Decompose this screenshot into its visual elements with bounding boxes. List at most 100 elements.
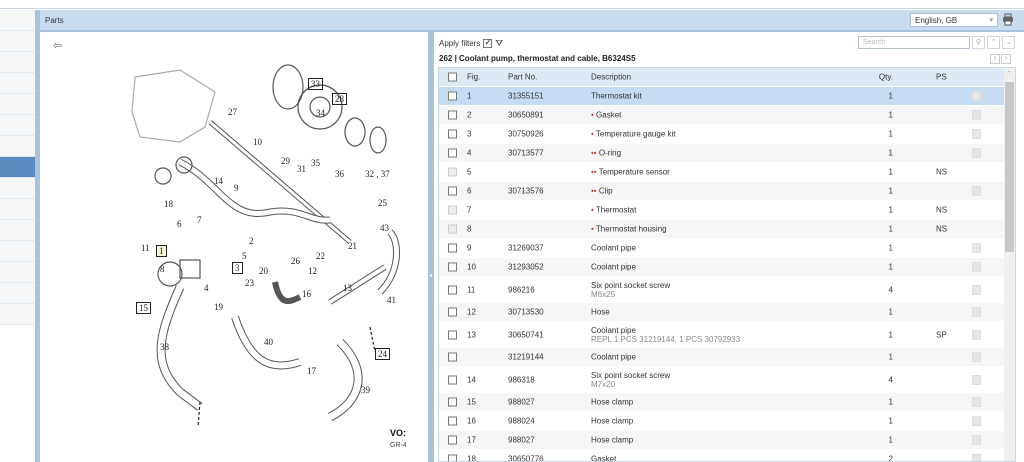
callout-24[interactable]: 24 <box>375 348 390 360</box>
table-row[interactable]: 17 988027 Hose clamp 1 <box>439 431 1015 450</box>
row-checkbox[interactable] <box>448 435 457 445</box>
row-checkbox[interactable] <box>448 454 457 461</box>
language-select[interactable]: English, GB ▾ <box>910 13 998 27</box>
note-icon[interactable] <box>972 374 981 385</box>
callout-15[interactable]: 15 <box>136 302 151 314</box>
callout-10[interactable]: 10 <box>253 137 262 147</box>
sidebar-item[interactable] <box>0 199 35 220</box>
sidebar-item[interactable] <box>0 178 35 199</box>
row-checkbox[interactable] <box>448 307 457 317</box>
table-row[interactable]: 4 30713577 •• O-ring 1 <box>439 144 1015 163</box>
callout-3237[interactable]: 32 , 37 <box>365 169 390 179</box>
callout-23[interactable]: 23 <box>245 278 254 288</box>
note-icon[interactable] <box>972 243 981 253</box>
search-input[interactable]: Search <box>858 36 970 49</box>
callout-28[interactable]: 28 <box>332 93 347 105</box>
row-checkbox[interactable] <box>448 167 457 177</box>
row-checkbox[interactable] <box>448 91 457 101</box>
sidebar-item[interactable] <box>0 220 35 241</box>
table-row[interactable]: 14 986318 Six point socket screw M7x20 4 <box>439 367 1015 393</box>
row-checkbox[interactable] <box>448 416 457 426</box>
callout-41[interactable]: 41 <box>387 295 396 305</box>
row-checkbox[interactable] <box>448 186 457 196</box>
callout-34[interactable]: 34 <box>316 108 325 118</box>
note-icon[interactable] <box>972 148 981 158</box>
next-page-button[interactable]: › <box>1001 54 1011 64</box>
row-checkbox[interactable] <box>448 330 457 339</box>
callout-26[interactable]: 26 <box>291 256 300 266</box>
row-checkbox[interactable] <box>448 110 457 120</box>
sidebar-item[interactable] <box>0 52 35 73</box>
callout-39[interactable]: 39 <box>361 385 370 395</box>
callout-5[interactable]: 5 <box>242 251 247 261</box>
row-checkbox[interactable] <box>448 375 457 384</box>
callout-9[interactable]: 9 <box>234 183 239 193</box>
sidebar-item[interactable] <box>0 115 35 136</box>
callout-35[interactable]: 35 <box>311 158 320 168</box>
note-icon[interactable] <box>972 91 981 101</box>
table-row[interactable]: 12 30713530 Hose 1 <box>439 303 1015 322</box>
table-row[interactable]: 2 30650891 • Gasket 1 <box>439 106 1015 125</box>
scrollbar[interactable]: ⌃ <box>1004 68 1015 461</box>
callout-29[interactable]: 29 <box>281 156 290 166</box>
table-row[interactable]: 11 986216 Six point socket screw M6x25 4 <box>439 277 1015 303</box>
table-row[interactable]: 10 31293052 Coolant pipe 1 <box>439 258 1015 277</box>
table-row[interactable]: 18 30650776 Gasket 2 <box>439 450 1015 461</box>
note-icon[interactable] <box>972 352 981 362</box>
callout-21[interactable]: 21 <box>348 241 357 251</box>
row-checkbox[interactable] <box>448 352 457 362</box>
search-icon[interactable]: ⚲ <box>972 36 985 49</box>
row-checkbox[interactable] <box>448 262 457 272</box>
header-fig[interactable]: Fig. <box>467 73 480 82</box>
callout-31[interactable]: 31 <box>297 164 306 174</box>
note-icon[interactable] <box>972 284 981 295</box>
header-qty[interactable]: Qty. <box>869 73 893 82</box>
table-row[interactable]: 3 30750926 • Temperature gauge kit 1 <box>439 125 1015 144</box>
callout-33[interactable]: 33 <box>308 78 323 90</box>
sidebar-item[interactable] <box>0 283 35 304</box>
sidebar-item[interactable] <box>0 136 35 157</box>
apply-filters-checkbox[interactable] <box>483 37 493 48</box>
note-icon[interactable] <box>972 454 981 461</box>
table-row[interactable]: 5 •• Temperature sensor 1 NS <box>439 163 1015 182</box>
header-ps[interactable]: PS <box>936 73 947 82</box>
callout-6[interactable]: 6 <box>177 219 182 229</box>
callout-8[interactable]: 8 <box>160 264 165 274</box>
row-checkbox[interactable] <box>448 224 457 234</box>
scroll-up-icon[interactable]: ⌃ <box>1006 70 1012 78</box>
callout-3[interactable]: 3 <box>232 262 243 274</box>
note-icon[interactable] <box>972 262 981 272</box>
note-icon[interactable] <box>972 397 981 407</box>
callout-40[interactable]: 40 <box>264 337 273 347</box>
sidebar-item[interactable] <box>0 10 35 31</box>
callout-19[interactable]: 19 <box>214 302 223 312</box>
note-icon[interactable] <box>972 435 981 445</box>
callout-20[interactable]: 20 <box>259 266 268 276</box>
callout-14[interactable]: 14 <box>214 176 223 186</box>
header-part-no[interactable]: Part No. <box>508 73 537 82</box>
row-checkbox[interactable] <box>448 243 457 253</box>
row-checkbox[interactable] <box>448 205 457 215</box>
table-row[interactable]: 1 31355151 Thermostat kit 1 <box>439 87 1015 106</box>
table-row[interactable]: 15 988027 Hose clamp 1 <box>439 393 1015 412</box>
note-icon[interactable] <box>972 186 981 196</box>
row-checkbox[interactable] <box>448 397 457 407</box>
callout-38[interactable]: 38 <box>160 342 169 352</box>
callout-2[interactable]: 2 <box>249 236 254 246</box>
table-row[interactable]: 8 • Thermostat housing 1 NS <box>439 220 1015 239</box>
next-match-button[interactable]: ⌄ <box>1002 36 1015 49</box>
sidebar-item[interactable] <box>0 157 35 178</box>
row-checkbox[interactable] <box>448 129 457 139</box>
callout-27[interactable]: 27 <box>228 107 237 117</box>
sidebar-item[interactable] <box>0 241 35 262</box>
callout-13[interactable]: 13 <box>343 283 352 293</box>
table-row[interactable]: 16 988024 Hose clamp 1 <box>439 412 1015 431</box>
print-icon[interactable] <box>1002 13 1014 26</box>
filter-icon[interactable]: ⛛ <box>495 38 503 49</box>
sidebar-item[interactable] <box>0 94 35 115</box>
callout-17[interactable]: 17 <box>307 366 316 376</box>
row-checkbox[interactable] <box>448 148 457 158</box>
parts-diagram[interactable]: ⇦ 33 28 27 34 10 29 31 35 36 32 , 37 14 18 9 25 43 6 7 2 2… <box>40 32 428 462</box>
callout-1[interactable]: 1 <box>156 245 167 257</box>
callout-36[interactable]: 36 <box>335 169 344 179</box>
